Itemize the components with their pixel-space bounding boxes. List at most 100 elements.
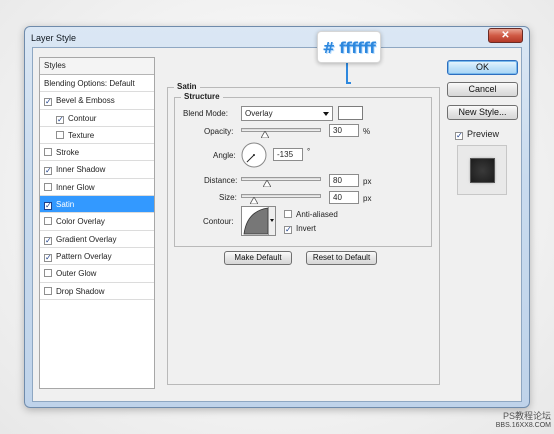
watermark-line-2: BBS.16XX8.COM bbox=[495, 422, 551, 429]
style-item-inner-shadow[interactable]: ✓ Inner Shadow bbox=[40, 161, 154, 179]
watermark-line-1: PS教程论坛 bbox=[502, 411, 551, 421]
style-item-bevel-emboss[interactable]: ✓ Bevel & Emboss bbox=[40, 92, 154, 110]
style-item-checkbox[interactable] bbox=[56, 130, 64, 139]
style-item-checkbox[interactable] bbox=[44, 148, 52, 157]
ok-button[interactable]: OK bbox=[447, 60, 518, 75]
angle-dial-icon bbox=[241, 142, 267, 168]
blend-mode-value: Overlay bbox=[245, 109, 273, 118]
anti-aliased-checkbox[interactable] bbox=[284, 210, 292, 218]
size-input[interactable]: 40 bbox=[329, 191, 359, 204]
size-slider-thumb[interactable] bbox=[250, 197, 259, 204]
opacity-label: Opacity: bbox=[204, 127, 234, 136]
distance-input[interactable]: 80 bbox=[329, 174, 359, 187]
style-item-pattern-overlay[interactable]: ✓ Pattern Overlay bbox=[40, 248, 154, 266]
reset-to-default-button[interactable]: Reset to Default bbox=[306, 251, 377, 265]
style-item-label: Contour bbox=[68, 113, 97, 123]
opacity-input[interactable]: 30 bbox=[329, 124, 359, 137]
watermark: PS教程论坛 BBS.16XX8.COM bbox=[496, 411, 551, 431]
contour-label: Contour: bbox=[203, 217, 234, 226]
style-item-checkbox[interactable]: ✓ bbox=[44, 236, 52, 245]
angle-label: Angle: bbox=[213, 151, 236, 160]
style-item-label: Blending Options: Default bbox=[44, 79, 135, 88]
distance-value: 80 bbox=[333, 176, 342, 185]
invert-label: Invert bbox=[296, 224, 317, 233]
chevron-down-icon bbox=[323, 112, 329, 116]
angle-unit: ° bbox=[307, 147, 311, 156]
size-label: Size: bbox=[219, 193, 237, 202]
style-item-label: Stroke bbox=[56, 148, 80, 158]
size-slider[interactable] bbox=[241, 194, 321, 204]
opacity-value: 30 bbox=[333, 126, 342, 135]
style-item-drop-shadow[interactable]: Drop Shadow bbox=[40, 283, 154, 300]
dialog-title: Layer Style bbox=[31, 33, 77, 43]
style-item-label: Inner Shadow bbox=[56, 165, 106, 175]
distance-label: Distance: bbox=[204, 176, 238, 185]
style-item-label: Texture bbox=[68, 130, 95, 140]
blend-color-swatch[interactable] bbox=[338, 106, 363, 120]
style-item-contour[interactable]: ✓ Contour bbox=[40, 110, 154, 127]
opacity-slider-thumb[interactable] bbox=[261, 131, 270, 138]
opacity-slider[interactable] bbox=[241, 128, 321, 138]
anti-aliased-option[interactable]: Anti-aliased bbox=[284, 210, 338, 219]
invert-option[interactable]: ✓ Invert bbox=[284, 224, 316, 234]
preview-option[interactable]: ✓ Preview bbox=[455, 129, 499, 140]
chevron-down-icon bbox=[270, 219, 274, 222]
size-value: 40 bbox=[333, 193, 342, 202]
blend-mode-label: Blend Mode: bbox=[183, 109, 228, 118]
style-item-texture[interactable]: Texture bbox=[40, 127, 154, 145]
angle-input[interactable]: -135 bbox=[273, 148, 303, 161]
blend-mode-select[interactable]: Overlay bbox=[241, 106, 333, 121]
style-item-checkbox[interactable] bbox=[44, 217, 52, 226]
layer-style-dialog: Layer Style ✕ Styles Blending Options: D… bbox=[24, 26, 530, 408]
color-callout-text: # ffffff bbox=[322, 39, 376, 57]
style-item-checkbox[interactable] bbox=[44, 182, 52, 191]
close-button[interactable]: ✕ bbox=[488, 28, 523, 43]
style-item-label: Satin bbox=[56, 200, 75, 210]
style-item-label: Inner Glow bbox=[56, 182, 95, 192]
styles-header[interactable]: Styles bbox=[40, 58, 154, 75]
preview-checkbox[interactable]: ✓ bbox=[455, 132, 463, 140]
close-icon: ✕ bbox=[501, 30, 510, 41]
style-item-checkbox[interactable]: ✓ bbox=[44, 253, 52, 262]
style-preview-thumbnail bbox=[457, 145, 507, 195]
style-item-inner-glow[interactable]: Inner Glow bbox=[40, 179, 154, 197]
style-item-stroke[interactable]: Stroke bbox=[40, 144, 154, 162]
invert-checkbox[interactable]: ✓ bbox=[284, 226, 292, 234]
style-item-label: Drop Shadow bbox=[56, 286, 105, 296]
style-item-satin[interactable]: ✓ Satin bbox=[40, 196, 154, 214]
style-item-color-overlay[interactable]: Color Overlay bbox=[40, 213, 154, 231]
contour-curve-icon bbox=[243, 207, 269, 235]
anti-aliased-label: Anti-aliased bbox=[296, 210, 338, 219]
style-item-checkbox[interactable]: ✓ bbox=[44, 98, 52, 107]
opacity-unit: % bbox=[363, 127, 371, 136]
style-item-label: Outer Glow bbox=[56, 269, 97, 279]
style-item-label: Color Overlay bbox=[56, 217, 105, 227]
satin-group-title: Satin bbox=[174, 82, 200, 91]
callout-connector bbox=[346, 62, 351, 84]
distance-slider[interactable] bbox=[241, 177, 321, 187]
angle-value: -135 bbox=[277, 150, 294, 159]
style-item-gradient-overlay[interactable]: ✓ Gradient Overlay bbox=[40, 231, 154, 248]
contour-picker[interactable] bbox=[241, 206, 276, 236]
make-default-button[interactable]: Make Default bbox=[224, 251, 292, 265]
style-item-checkbox[interactable] bbox=[44, 286, 52, 295]
style-item-checkbox[interactable]: ✓ bbox=[44, 167, 52, 176]
style-item-checkbox[interactable]: ✓ bbox=[56, 115, 64, 124]
cancel-button[interactable]: Cancel bbox=[447, 82, 518, 97]
distance-slider-thumb[interactable] bbox=[262, 180, 271, 187]
style-item-label: Gradient Overlay bbox=[56, 234, 117, 244]
dialog-client-area: Styles Blending Options: Default ✓ Bevel &… bbox=[32, 47, 522, 402]
new-style-button[interactable]: New Style... bbox=[447, 105, 518, 120]
distance-unit: px bbox=[363, 177, 372, 186]
style-item-checkbox[interactable] bbox=[44, 269, 52, 278]
style-item-blending-options-default[interactable]: Blending Options: Default bbox=[40, 75, 154, 93]
structure-group-title: Structure bbox=[181, 92, 223, 101]
size-unit: px bbox=[363, 194, 372, 203]
preview-label: Preview bbox=[467, 129, 500, 139]
style-item-outer-glow[interactable]: Outer Glow bbox=[40, 265, 154, 283]
contour-dropdown-button[interactable] bbox=[268, 207, 275, 235]
style-preview-swatch bbox=[471, 159, 494, 182]
style-item-checkbox[interactable]: ✓ bbox=[44, 202, 52, 211]
angle-dial[interactable] bbox=[241, 142, 267, 168]
styles-list: Styles Blending Options: Default ✓ Bevel &… bbox=[39, 57, 155, 389]
